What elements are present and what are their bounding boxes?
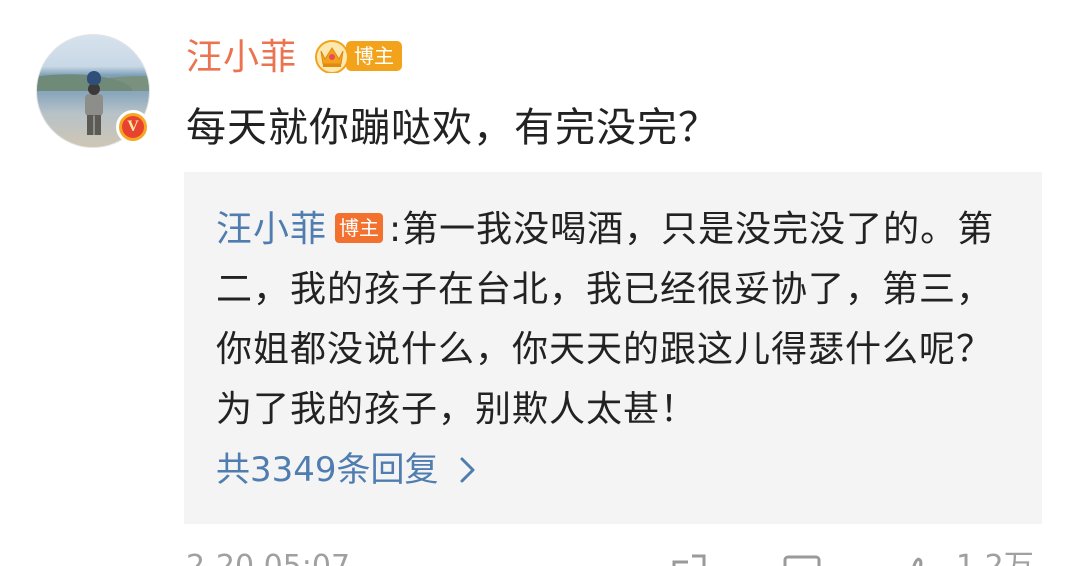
comment-icon[interactable]	[782, 554, 822, 566]
comment-text: 每天就你蹦哒欢，有完没完？	[186, 105, 719, 151]
blogger-badge: 博主	[314, 37, 402, 75]
reply-content: 汪小菲 博主:第一我没喝酒，只是没完没了的。第二，我的孩子在台北，我已经很妥协了，…	[216, 200, 1016, 440]
reply-preview-box[interactable]: 汪小菲 博主:第一我没喝酒，只是没完没了的。第二，我的孩子在台北，我已经很妥协了，…	[184, 172, 1042, 524]
comment-username[interactable]: 汪小菲	[186, 36, 297, 80]
avatar[interactable]: V	[36, 34, 150, 148]
share-icon[interactable]	[670, 554, 710, 566]
like-count: 1.2万	[956, 552, 1034, 566]
chevron-right-icon	[460, 457, 475, 483]
view-all-replies-link[interactable]: 共3349条回复	[216, 442, 477, 498]
reply-text: 第一我没喝酒，只是没完没了的。第二，我的孩子在台北，我已经很妥协了，第三，你姐都…	[216, 209, 995, 430]
avatar-person	[83, 71, 105, 135]
reply-separator: :	[389, 209, 403, 250]
comment-time: 2-20 05:07	[186, 552, 350, 566]
comment-footer: 2-20 05:07 1.2万	[186, 548, 1046, 566]
crown-icon	[315, 40, 349, 73]
reply-blogger-tag: 博主	[335, 213, 384, 243]
reply-count-label: 共3349条回复	[216, 450, 439, 490]
verified-badge-icon: V	[116, 110, 150, 144]
blogger-tag: 博主	[346, 41, 402, 71]
like-icon[interactable]	[898, 554, 938, 566]
weibo-comment-page: V 汪小菲 博主 每天就你蹦哒欢，有完没完？ 汪小菲 博主:第一我没喝酒，只是没完…	[0, 0, 1078, 566]
reply-author[interactable]: 汪小菲	[216, 209, 327, 250]
